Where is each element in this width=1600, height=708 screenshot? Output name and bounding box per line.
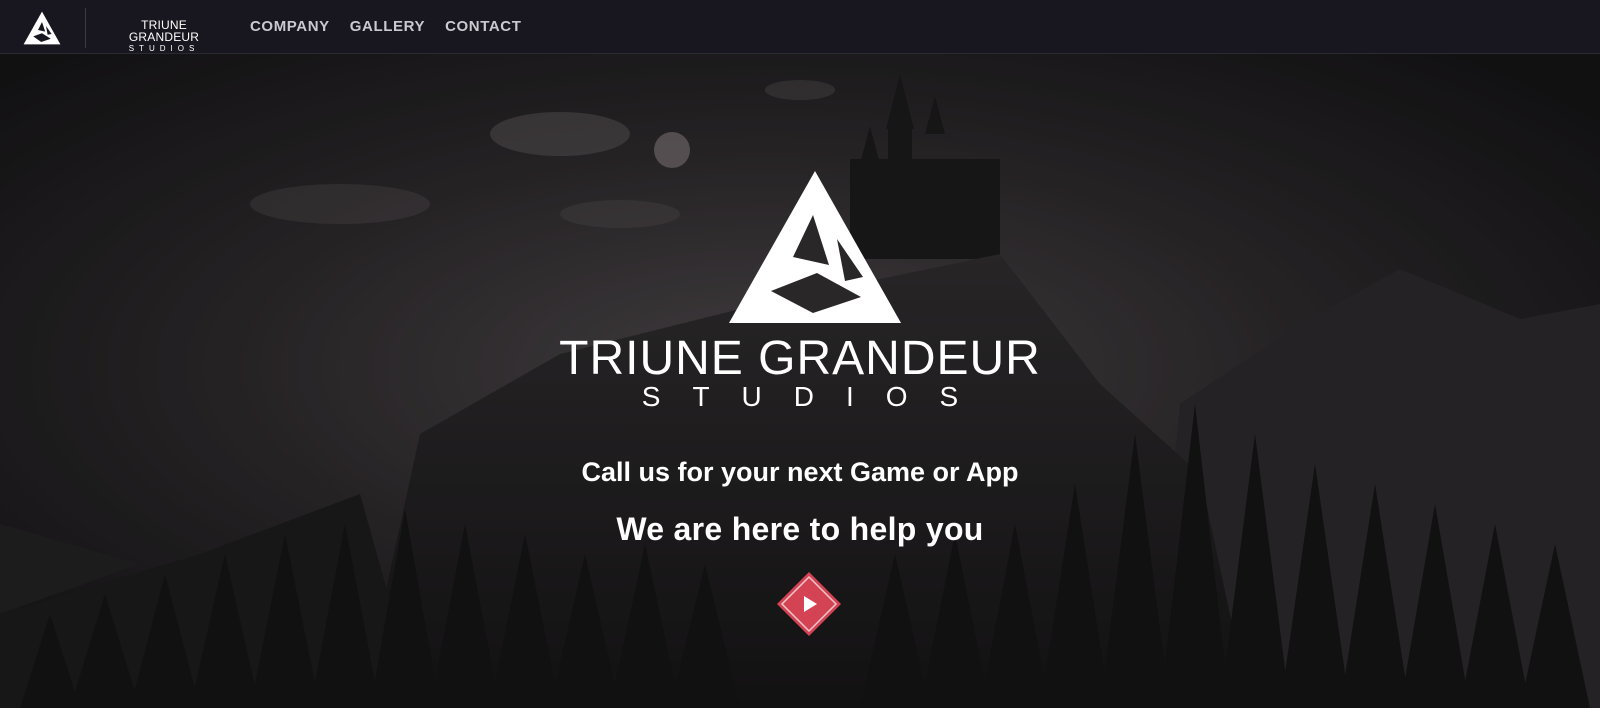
tagline-primary: Call us for your next Game or App bbox=[581, 457, 1019, 487]
navbar: TRIUNE GRANDEUR STUDIOS COMPANY GALLERY … bbox=[0, 0, 1600, 54]
nav-brand[interactable]: TRIUNE GRANDEUR STUDIOS bbox=[108, 19, 220, 53]
nav-divider bbox=[85, 8, 86, 48]
hero-subtitle: STUDIOS bbox=[641, 381, 991, 412]
hero-logo-icon bbox=[729, 171, 901, 323]
logo-icon[interactable] bbox=[22, 10, 62, 46]
nav-link-company[interactable]: COMPANY bbox=[250, 18, 330, 35]
play-button[interactable] bbox=[776, 571, 842, 637]
nav-brand-line1: TRIUNE GRANDEUR bbox=[128, 18, 200, 44]
hero-title: TRIUNE GRANDEUR bbox=[559, 332, 1041, 385]
hero: TRIUNE GRANDEUR STUDIOS Call us for your… bbox=[0, 54, 1600, 708]
nav-link-contact[interactable]: CONTACT bbox=[445, 18, 521, 35]
nav-brand-line2: STUDIOS bbox=[128, 44, 200, 53]
nav-link-gallery[interactable]: GALLERY bbox=[350, 18, 425, 35]
nav-links: COMPANY GALLERY CONTACT bbox=[250, 18, 522, 35]
tagline-secondary: We are here to help you bbox=[616, 511, 984, 547]
